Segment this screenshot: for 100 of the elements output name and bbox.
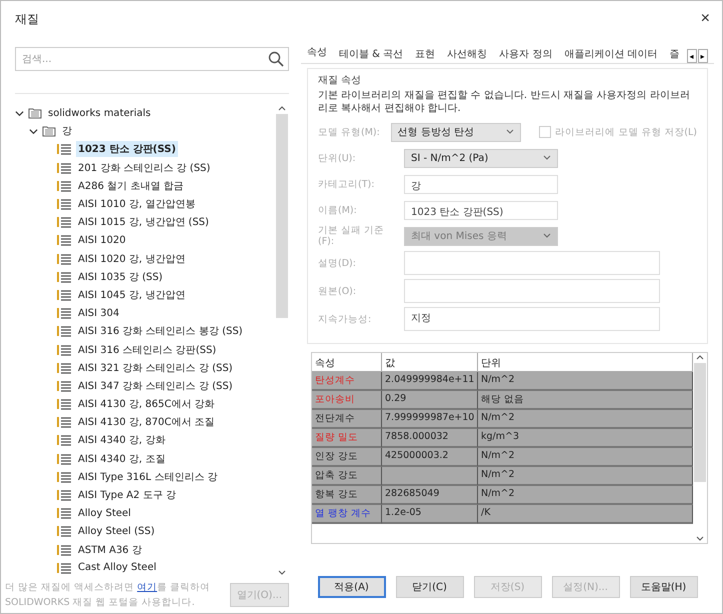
field-label: 이름(M): — [318, 204, 358, 216]
property-name: 압축 강도 — [315, 470, 358, 481]
tree-item[interactable]: AISI 4130 강, 865C에서 강화 — [76, 396, 216, 412]
tree-item[interactable]: 201 강화 스테인리스 강 (SS) — [76, 160, 212, 176]
tree-item[interactable]: AISI 1020 — [76, 234, 128, 247]
tree-item[interactable]: AISI 316 강화 스테인리스 봉강 (SS) — [76, 323, 245, 340]
tree-item[interactable]: AISI 321 강화 스테인리스 강 (SS) — [76, 360, 235, 376]
property-name: 탄성계수 — [315, 375, 355, 386]
table-cell: 1.2e-05 — [382, 505, 478, 524]
tree-item[interactable]: AISI Type A2 도구 강 — [76, 487, 178, 504]
field-label: 설명(D): — [318, 258, 357, 268]
tree-item[interactable]: AISI 1020 강, 냉간압연 — [76, 250, 188, 267]
tree-item[interactable]: AISI 4340 강, 조질 — [76, 450, 168, 467]
tree-item[interactable]: AISI 4340 강, 강화 — [76, 432, 168, 448]
tree-item[interactable]: Alloy Steel — [76, 506, 133, 520]
list-icon — [57, 489, 72, 502]
property-name: 질량 밀도 — [315, 432, 358, 443]
field-label: 지속가능성: — [318, 314, 372, 324]
input-field[interactable] — [404, 251, 660, 275]
footer-text: 더 많은 재질에 액세스하려면 여기 를 클릭하여 SOLIDWORKS 재질 웹 포털을 사용합니다. — [5, 581, 212, 610]
column-header: 값 — [382, 353, 478, 372]
field-label: 단위(U): — [318, 152, 357, 164]
list-icon — [57, 507, 72, 520]
tree-item[interactable]: AISI 1010 강, 열간압연봉 — [76, 196, 198, 212]
tab[interactable]: 테이블 & 곡선 — [333, 45, 410, 63]
tree-item[interactable]: AISI Type 316L 스테인리스 강 — [76, 468, 220, 485]
table-cell: N/m^2 — [478, 486, 693, 505]
list-icon — [57, 270, 72, 283]
tree-item[interactable]: solidworks materials — [46, 106, 153, 120]
input-field[interactable] — [404, 279, 660, 303]
scroll-up-icon[interactable] — [278, 104, 286, 112]
tree-item[interactable]: Alloy Steel (SS) — [76, 524, 157, 538]
tree-item[interactable]: 강 — [60, 123, 74, 140]
list-icon — [57, 562, 72, 574]
close-button[interactable]: × — [698, 10, 712, 28]
input-field[interactable]: 강 — [404, 174, 558, 194]
list-icon — [57, 216, 72, 228]
tree-item[interactable]: 1023 탄소 강판(SS) — [76, 141, 178, 158]
input-field[interactable]: 지정 — [404, 307, 660, 331]
tab[interactable]: 표현 — [409, 45, 442, 63]
scroll-down-icon[interactable] — [696, 535, 704, 543]
list-icon — [57, 398, 72, 410]
dialog-button[interactable]: 적용(A) — [318, 576, 386, 598]
input-field[interactable]: 1023 탄소 강판(SS) — [404, 200, 558, 220]
tree-item[interactable]: AISI 1035 강 (SS) — [76, 268, 165, 285]
table-cell: 0.29 — [382, 391, 478, 410]
list-icon — [57, 198, 72, 210]
field-label: 원본(O): — [318, 286, 358, 296]
list-icon — [57, 143, 72, 156]
tab[interactable]: 사용자 정의 — [493, 45, 558, 63]
tree-item[interactable]: ASTM A36 강 — [76, 542, 144, 558]
list-icon — [57, 288, 72, 301]
table-cell: 425000003.2 — [382, 448, 478, 467]
tab[interactable]: 사선해칭 — [441, 45, 494, 63]
tab[interactable]: 즐 — [664, 45, 686, 63]
scroll-up-icon[interactable] — [696, 353, 704, 361]
tab-scroll-button[interactable]: ◂ — [686, 49, 697, 63]
column-header: 속성 — [312, 353, 382, 372]
tree-item[interactable]: Cast Alloy Steel — [76, 561, 158, 574]
property-name: 항복 강도 — [315, 489, 358, 500]
list-icon — [57, 252, 72, 265]
field-label: 기본 실패 기준(F): — [318, 225, 386, 247]
table-cell: 해당 없음 — [478, 391, 693, 410]
tab[interactable]: 애플리케이션 데이터 — [558, 45, 664, 63]
list-icon — [57, 416, 72, 428]
search-icon[interactable] — [268, 51, 284, 67]
portal-link[interactable]: 여기 — [137, 582, 158, 593]
table-cell: 7.999999987e+10 — [382, 410, 478, 429]
tree-item[interactable]: AISI 347 강화 스테인리스 강 (SS) — [76, 378, 235, 394]
list-icon — [57, 362, 72, 374]
caret-icon — [543, 232, 551, 240]
scrollbar-thumb[interactable] — [276, 114, 288, 318]
dropdown[interactable]: 선형 등방성 탄성 — [390, 122, 522, 142]
dialog-button[interactable]: 도움말(H) — [630, 576, 698, 598]
dropdown[interactable]: SI - N/m^2 (Pa) — [404, 148, 558, 168]
tab-scroll-button[interactable]: ▸ — [698, 49, 708, 63]
tree-item[interactable]: AISI 304 — [76, 306, 122, 320]
list-icon — [57, 344, 72, 356]
property-name: 포아송비 — [315, 394, 355, 405]
table-cell: kg/m^3 — [478, 429, 693, 448]
tree-item[interactable]: AISI 316 스테인리스 강판(SS) — [76, 342, 218, 358]
field-label: 모델 유형(M): — [318, 126, 381, 138]
table-cell: 2.049999984e+11 — [382, 372, 478, 391]
scroll-down-icon[interactable] — [278, 569, 286, 577]
table-cell: 282685049 — [382, 486, 478, 505]
table-cell: /K — [478, 505, 693, 524]
list-icon — [57, 380, 72, 392]
tree-item[interactable]: AISI 1045 강, 냉간압연 — [76, 286, 188, 303]
caret-icon — [543, 154, 551, 162]
tree-item[interactable]: A286 철기 초내열 합금 — [76, 178, 186, 194]
table-cell: 7858.000032 — [382, 429, 478, 448]
dialog-button[interactable]: 닫기(C) — [396, 576, 464, 598]
scrollbar-thumb[interactable] — [694, 363, 706, 482]
search-box[interactable]: 검색... — [15, 47, 289, 71]
folder-icon — [42, 125, 56, 138]
tree-item[interactable]: AISI 1015 강, 냉간압연 (SS) — [76, 214, 211, 230]
property-name: 전단계수 — [315, 413, 355, 424]
list-icon — [57, 325, 72, 338]
tree-item[interactable]: AISI 4130 강, 870C에서 조질 — [76, 414, 216, 430]
window-title: 재질 — [15, 10, 39, 28]
